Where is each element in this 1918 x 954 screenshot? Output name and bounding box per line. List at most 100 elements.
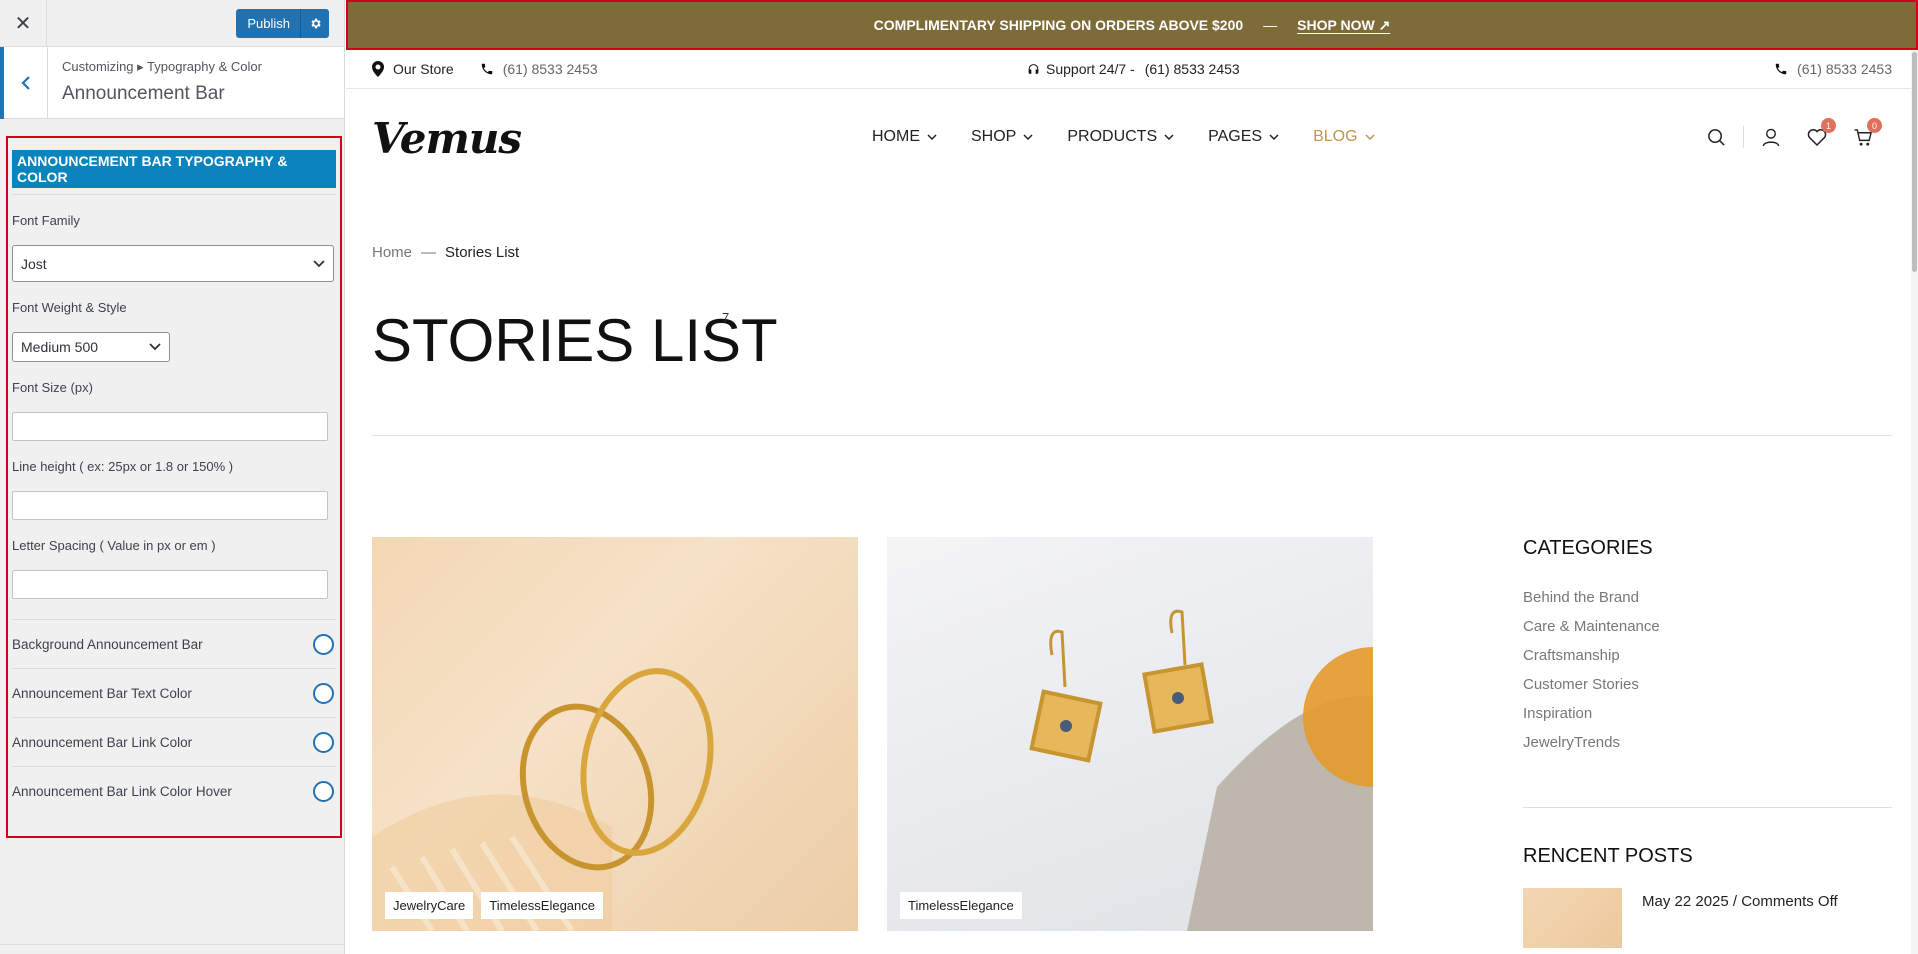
post-count: 7 xyxy=(722,310,730,325)
color-control-background: Background Announcement Bar xyxy=(12,619,336,668)
publish-button[interactable]: Publish xyxy=(236,8,300,38)
back-button[interactable] xyxy=(0,47,48,119)
tag-link[interactable]: JewelryCare xyxy=(385,892,474,919)
publish-group: Publish xyxy=(236,8,329,38)
square-earrings-image xyxy=(1029,609,1373,931)
chevron-left-icon xyxy=(20,76,30,90)
cart-button[interactable]: 0 xyxy=(1840,118,1886,150)
font-weight-value: Medium 500 xyxy=(21,339,99,355)
nav-pages[interactable]: PAGES xyxy=(1208,128,1279,146)
map-pin-icon xyxy=(372,61,384,77)
chevron-down-icon xyxy=(927,134,937,140)
nav-products[interactable]: PRODUCTS xyxy=(1067,128,1174,146)
divider xyxy=(1743,126,1744,148)
cart-count-badge: 0 xyxy=(1867,118,1882,133)
customizer-sidebar: ✕ Publish Customizing ▸ Typography & Col… xyxy=(0,0,345,954)
announcement-text: COMPLIMENTARY SHIPPING ON ORDERS ABOVE $… xyxy=(873,17,1244,33)
account-button[interactable] xyxy=(1748,124,1794,150)
nav-label: BLOG xyxy=(1313,128,1358,145)
customizer-breadcrumb: Customizing ▸ Typography & Color xyxy=(62,59,262,74)
font-family-value: Jost xyxy=(21,255,47,272)
font-size-input[interactable] xyxy=(12,412,328,441)
nav-label: PAGES xyxy=(1208,128,1263,145)
recent-post-item[interactable]: May 22 2025 / Comments Off xyxy=(1523,888,1892,948)
app-window: ✕ Publish Customizing ▸ Typography & Col… xyxy=(0,0,1918,954)
page-title: STORIES LIST xyxy=(372,307,778,374)
recent-post-thumbnail[interactable] xyxy=(1523,888,1622,948)
categories-title: CATEGORIES xyxy=(1523,537,1653,559)
phone-number: (61) 8533 2453 xyxy=(1797,61,1892,77)
category-link[interactable]: Customer Stories xyxy=(1523,676,1892,705)
color-picker-button[interactable] xyxy=(313,682,334,704)
breadcrumb-current: Stories List xyxy=(445,244,520,261)
category-link[interactable]: JewelryTrends xyxy=(1523,734,1892,763)
support-phone[interactable]: (61) 8533 2453 xyxy=(1145,61,1240,77)
main-nav: HOME SHOP PRODUCTS PAGES BLOG xyxy=(872,128,1375,146)
publish-settings-button[interactable] xyxy=(300,8,329,38)
category-link[interactable]: Craftsmanship xyxy=(1523,647,1892,676)
nav-home[interactable]: HOME xyxy=(872,128,937,146)
store-link[interactable]: Our Store xyxy=(372,61,454,77)
store-label: Our Store xyxy=(393,61,454,77)
scrollbar-thumb[interactable] xyxy=(1912,52,1917,272)
section-title: Announcement Bar xyxy=(62,83,225,104)
phone-icon xyxy=(481,63,492,75)
panel-heading: ANNOUNCEMENT BAR TYPOGRAPHY & COLOR xyxy=(12,150,336,188)
nav-label: PRODUCTS xyxy=(1067,128,1158,145)
nav-shop[interactable]: SHOP xyxy=(971,128,1033,146)
divider xyxy=(12,194,336,195)
color-label: Background Announcement Bar xyxy=(12,636,203,652)
user-icon xyxy=(1762,128,1780,146)
color-control-text: Announcement Bar Text Color xyxy=(12,668,336,717)
wishlist-count-badge: 1 xyxy=(1821,118,1836,133)
divider xyxy=(1523,807,1892,808)
post-tags: JewelryCare TimelessElegance xyxy=(385,892,603,919)
chevron-down-icon xyxy=(149,343,161,351)
font-weight-select[interactable]: Medium 500 xyxy=(12,332,170,362)
nav-blog[interactable]: BLOG xyxy=(1313,128,1375,146)
color-control-link-hover: Announcement Bar Link Color Hover xyxy=(12,766,336,815)
font-family-label: Font Family xyxy=(12,213,80,228)
color-picker-button[interactable] xyxy=(313,780,334,802)
site-header: Vemus HOME SHOP PRODUCTS PAGES BLOG 1 0 xyxy=(372,88,1892,188)
post-card[interactable]: TimelessElegance xyxy=(887,537,1373,931)
close-icon[interactable]: ✕ xyxy=(0,0,47,47)
post-tags: TimelessElegance xyxy=(900,892,1022,919)
site-logo[interactable]: Vemus xyxy=(372,114,522,163)
breadcrumb-home-link[interactable]: Home xyxy=(372,244,412,261)
customizer-footer xyxy=(0,944,345,954)
search-button[interactable] xyxy=(1693,124,1739,150)
wishlist-button[interactable]: 1 xyxy=(1794,118,1840,150)
tag-link[interactable]: TimelessElegance xyxy=(900,892,1022,919)
page-breadcrumb: Home — Stories List xyxy=(372,244,519,261)
chevron-down-icon xyxy=(1023,134,1033,140)
hoop-earrings-image xyxy=(372,668,714,931)
phone-right-link[interactable]: (61) 8533 2453 xyxy=(1774,61,1892,77)
phone-link[interactable]: (61) 8533 2453 xyxy=(480,61,598,77)
line-height-input[interactable] xyxy=(12,491,328,520)
color-picker-button[interactable] xyxy=(313,731,334,753)
font-family-select[interactable]: Jost xyxy=(12,245,334,282)
tag-link[interactable]: TimelessElegance xyxy=(481,892,603,919)
category-link[interactable]: Behind the Brand xyxy=(1523,589,1892,618)
gear-icon xyxy=(310,18,321,28)
breadcrumb-separator: — xyxy=(421,244,437,261)
letter-spacing-label: Letter Spacing ( Value in px or em ) xyxy=(12,538,216,553)
category-link[interactable]: Inspiration xyxy=(1523,705,1892,734)
headset-icon xyxy=(1028,63,1039,74)
announcement-bar: COMPLIMENTARY SHIPPING ON ORDERS ABOVE $… xyxy=(346,0,1918,50)
chevron-down-icon xyxy=(1269,134,1279,140)
search-icon xyxy=(1707,128,1725,146)
post-card[interactable]: JewelryCare TimelessElegance xyxy=(372,537,858,931)
letter-spacing-input[interactable] xyxy=(12,570,328,599)
color-picker-button[interactable] xyxy=(313,633,334,655)
recent-posts-title: RENCENT POSTS xyxy=(1523,845,1693,867)
nav-label: HOME xyxy=(872,128,920,145)
shop-now-link[interactable]: SHOP NOW ↗ xyxy=(1297,17,1390,34)
category-link[interactable]: Care & Maintenance xyxy=(1523,618,1892,647)
chevron-down-icon xyxy=(313,259,325,267)
color-control-link: Announcement Bar Link Color xyxy=(12,717,336,766)
customizer-toolbar: ✕ Publish xyxy=(0,0,344,47)
support-info: Support 24/7 - (61) 8533 2453 xyxy=(1027,61,1240,77)
